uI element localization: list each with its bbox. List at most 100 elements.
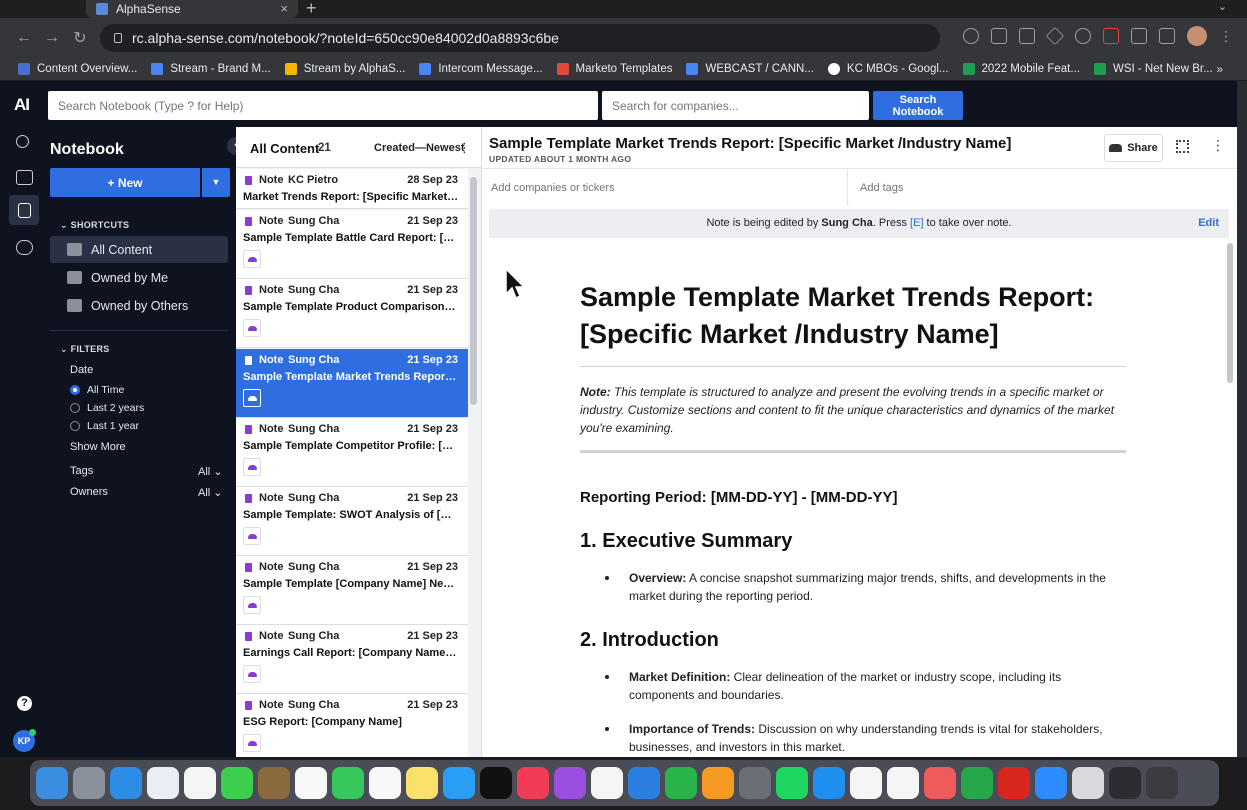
reload-icon[interactable]: ↻ [66, 28, 94, 48]
fullscreen-icon[interactable] [1176, 140, 1189, 153]
company-search-input[interactable] [602, 91, 869, 120]
news-icon[interactable] [591, 767, 623, 799]
tags-input[interactable] [849, 169, 1235, 206]
list-item[interactable]: Note Sung Cha 21 Sep 23 ESG Report: [Com… [236, 694, 468, 757]
install-icon[interactable] [991, 28, 1007, 44]
notes-icon[interactable] [406, 767, 438, 799]
share-icon[interactable] [1019, 28, 1035, 44]
safari-icon[interactable] [147, 767, 179, 799]
spotify-icon[interactable] [776, 767, 808, 799]
search-icon[interactable] [16, 135, 29, 148]
reminders-icon[interactable] [369, 767, 401, 799]
podcasts-icon[interactable] [554, 767, 586, 799]
shortcuts-section-label[interactable]: ⌄ SHORTCUTS [60, 220, 129, 231]
testflight-icon[interactable] [443, 767, 475, 799]
date-all-time-radio[interactable]: All Time [70, 384, 124, 396]
list-item[interactable]: Note Sung Cha 21 Sep 23 Sample Template:… [236, 487, 468, 556]
owners-filter-dropdown[interactable]: All ⌄ [198, 486, 223, 499]
list-scrollbar[interactable] [470, 177, 477, 405]
apple-tv-icon[interactable] [480, 767, 512, 799]
star-icon[interactable] [1045, 26, 1065, 46]
messages-icon[interactable] [221, 767, 253, 799]
alphasense-logo[interactable]: AI [14, 95, 30, 115]
bookmark-item[interactable]: Intercom Message... [419, 63, 543, 75]
sidepanel-icon[interactable] [1159, 28, 1175, 44]
back-icon[interactable]: ← [10, 29, 38, 47]
extension-red-icon[interactable] [1103, 28, 1119, 44]
date-last-1-year-radio[interactable]: Last 1 year [70, 420, 139, 432]
new-tab-icon[interactable]: + [306, 0, 317, 19]
launchpad-icon[interactable] [73, 767, 105, 799]
shortcut-all-content[interactable]: All Content [50, 236, 228, 263]
finder-icon[interactable] [36, 767, 68, 799]
new-button[interactable]: + New [50, 168, 200, 197]
shortcut-owned-by-others[interactable]: Owned by Others [50, 292, 228, 319]
bookmark-item[interactable]: Content Overview... [18, 63, 137, 75]
close-tab-icon[interactable]: × [280, 1, 288, 16]
preview-icon[interactable] [1072, 767, 1104, 799]
bookmarks-more-icon[interactable]: » [1216, 62, 1223, 76]
document-more-icon[interactable]: ⋮ [1211, 137, 1225, 154]
list-item[interactable]: Note Sung Cha 21 Sep 23 Sample Template … [236, 556, 468, 625]
cloud-upload-icon[interactable] [16, 240, 33, 255]
date-last-2-years-radio[interactable]: Last 2 years [70, 402, 144, 414]
notebook-icon[interactable] [18, 203, 31, 218]
list-item-selected[interactable]: Note Sung Cha 21 Sep 23 Sample Template … [236, 349, 468, 418]
user-avatar[interactable]: KP [13, 729, 36, 752]
tab-search-chevron-icon[interactable]: ⌄ [1218, 0, 1227, 13]
facetime-icon[interactable] [332, 767, 364, 799]
key-icon[interactable] [963, 28, 979, 44]
profile-avatar[interactable] [1187, 26, 1207, 46]
facetime-green-icon[interactable] [961, 767, 993, 799]
sort-dropdown[interactable]: Created—Newest [374, 142, 464, 154]
bookmark-item[interactable]: 2022 Mobile Feat... [962, 63, 1080, 75]
acrobat-icon[interactable] [998, 767, 1030, 799]
photos-icon[interactable] [184, 767, 216, 799]
extension-circle-icon[interactable] [1075, 28, 1091, 44]
calendar-icon[interactable] [295, 767, 327, 799]
app-store-icon[interactable] [813, 767, 845, 799]
puzzle-icon[interactable] [1131, 28, 1147, 44]
search-notebook-button[interactable]: Search Notebook [873, 91, 963, 120]
chrome-icon[interactable] [887, 767, 919, 799]
edit-link[interactable]: Edit [1198, 209, 1219, 238]
list-more-icon[interactable]: ⋮ [458, 140, 471, 156]
bookmark-item[interactable]: WEBCAST / CANN... [686, 63, 814, 75]
notefile-icon[interactable] [258, 767, 290, 799]
music-icon[interactable] [517, 767, 549, 799]
tags-filter-dropdown[interactable]: All ⌄ [198, 465, 223, 478]
list-item[interactable]: Note KC Pietro 28 Sep 23 Market Trends R… [236, 169, 468, 209]
bookmark-item[interactable]: Marketo Templates [556, 63, 672, 75]
window-thumbnail-icon[interactable] [1146, 767, 1178, 799]
forward-icon[interactable]: → [38, 29, 66, 47]
numbers-icon[interactable] [665, 767, 697, 799]
filters-section-label[interactable]: ⌄ FILTERS [60, 344, 110, 355]
bookmark-item[interactable]: KC MBOs - Googl... [827, 63, 949, 75]
help-icon[interactable]: ? [17, 696, 32, 711]
document-scrollbar[interactable] [1227, 243, 1233, 383]
zoom-icon[interactable] [1035, 767, 1067, 799]
bookmark-item[interactable]: WSI - Net New Br... [1093, 63, 1213, 75]
craft-icon[interactable] [924, 767, 956, 799]
document-body[interactable]: Sample Template Market Trends Report: [S… [580, 241, 1126, 756]
dashboard-icon[interactable] [16, 170, 33, 185]
pages-icon[interactable] [702, 767, 734, 799]
list-item[interactable]: Note Sung Cha 21 Sep 23 Sample Template … [236, 279, 468, 348]
address-bar[interactable]: rc.alpha-sense.com/notebook/?noteId=650c… [100, 24, 940, 52]
bookmark-item[interactable]: Stream - Brand M... [151, 63, 271, 75]
slack-icon[interactable] [850, 767, 882, 799]
window-thumbnail-icon[interactable] [1109, 767, 1141, 799]
list-item[interactable]: Note Sung Cha 21 Sep 23 Sample Template … [236, 210, 468, 279]
list-item[interactable]: Note Sung Cha 21 Sep 23 Sample Template … [236, 418, 468, 487]
tickers-input[interactable] [482, 169, 848, 206]
share-button[interactable]: Share [1104, 134, 1163, 162]
keynote-icon[interactable] [628, 767, 660, 799]
new-dropdown-chevron-icon[interactable]: ▼ [202, 168, 230, 197]
show-more-link[interactable]: Show More [70, 441, 126, 453]
list-item[interactable]: Note Sung Cha 21 Sep 23 Earnings Call Re… [236, 625, 468, 694]
menu-kebab-icon[interactable]: ⋮ [1219, 28, 1233, 45]
browser-tab[interactable]: AlphaSense × [86, 0, 298, 18]
shortcut-owned-by-me[interactable]: Owned by Me [50, 264, 228, 291]
notebook-search-input[interactable] [48, 91, 598, 120]
mail-icon[interactable] [110, 767, 142, 799]
